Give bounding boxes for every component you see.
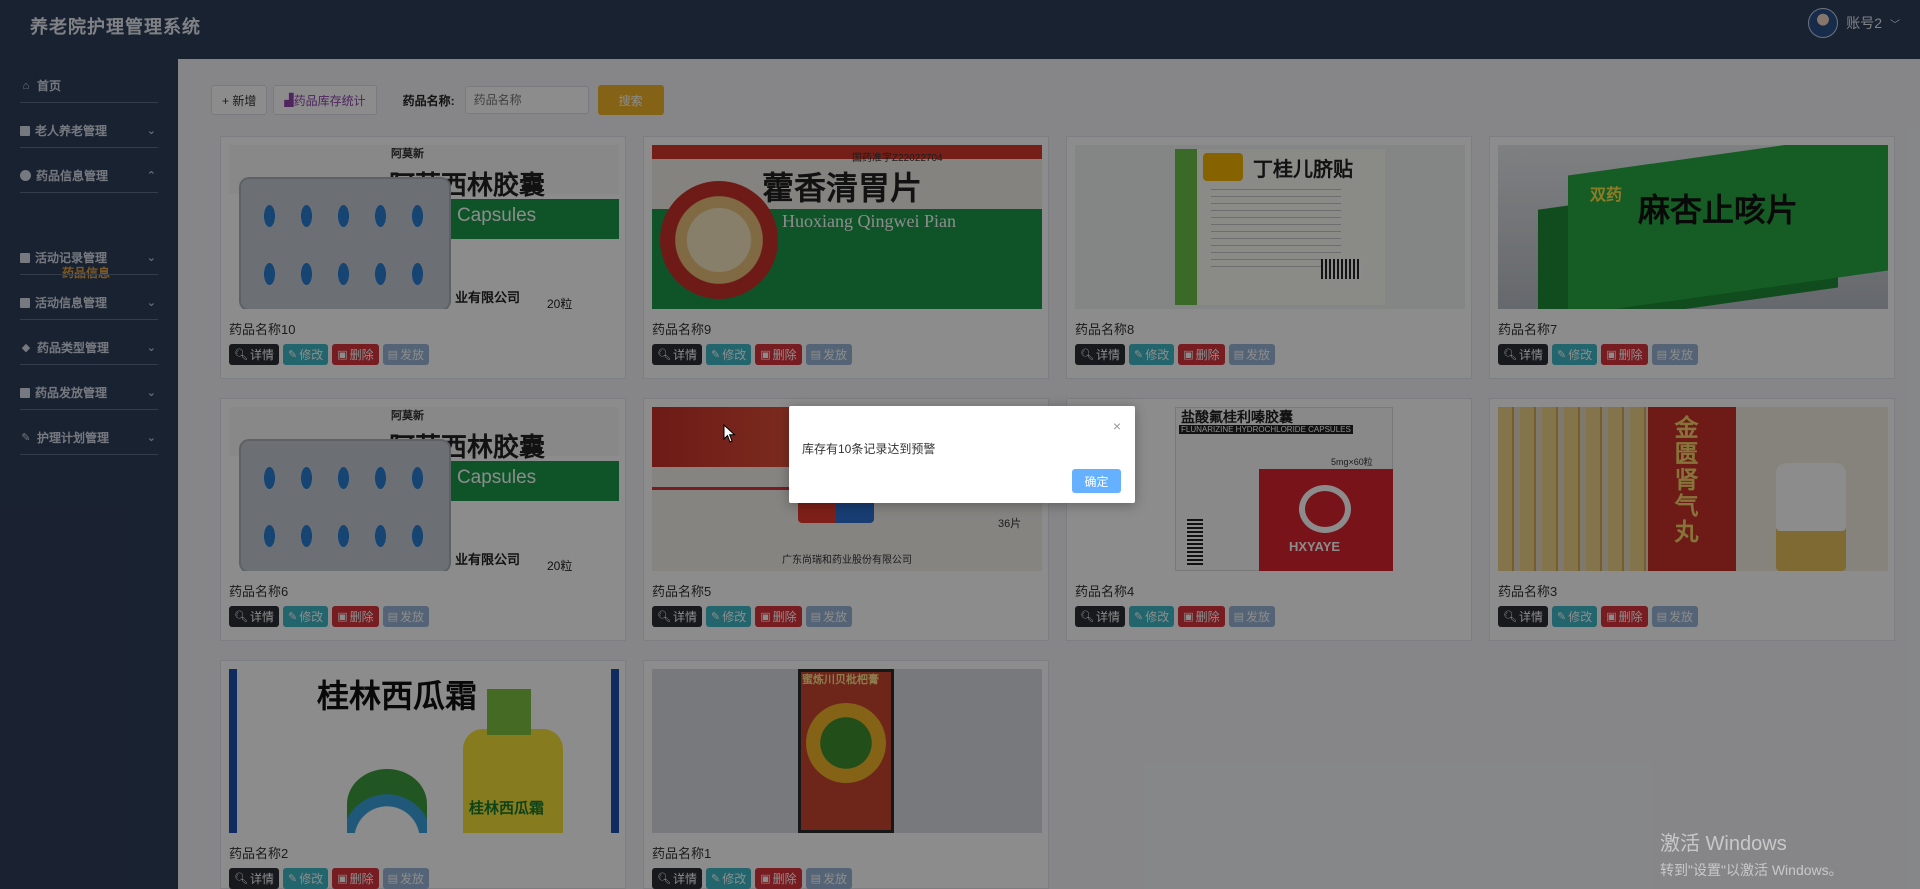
close-icon[interactable]: × [1113, 418, 1121, 434]
watermark-line2: 转到"设置"以激活 Windows。 [1660, 862, 1843, 878]
windows-watermark: 激活 Windows 转到"设置"以激活 Windows。 [1660, 827, 1843, 880]
confirm-button[interactable]: 确定 [1072, 469, 1121, 493]
watermark-line1: 激活 Windows [1660, 833, 1787, 855]
alert-dialog: × 库存有10条记录达到预警 确定 [789, 406, 1135, 503]
dialog-message: 库存有10条记录达到预警 [802, 442, 936, 456]
mouse-cursor-icon [723, 424, 736, 443]
